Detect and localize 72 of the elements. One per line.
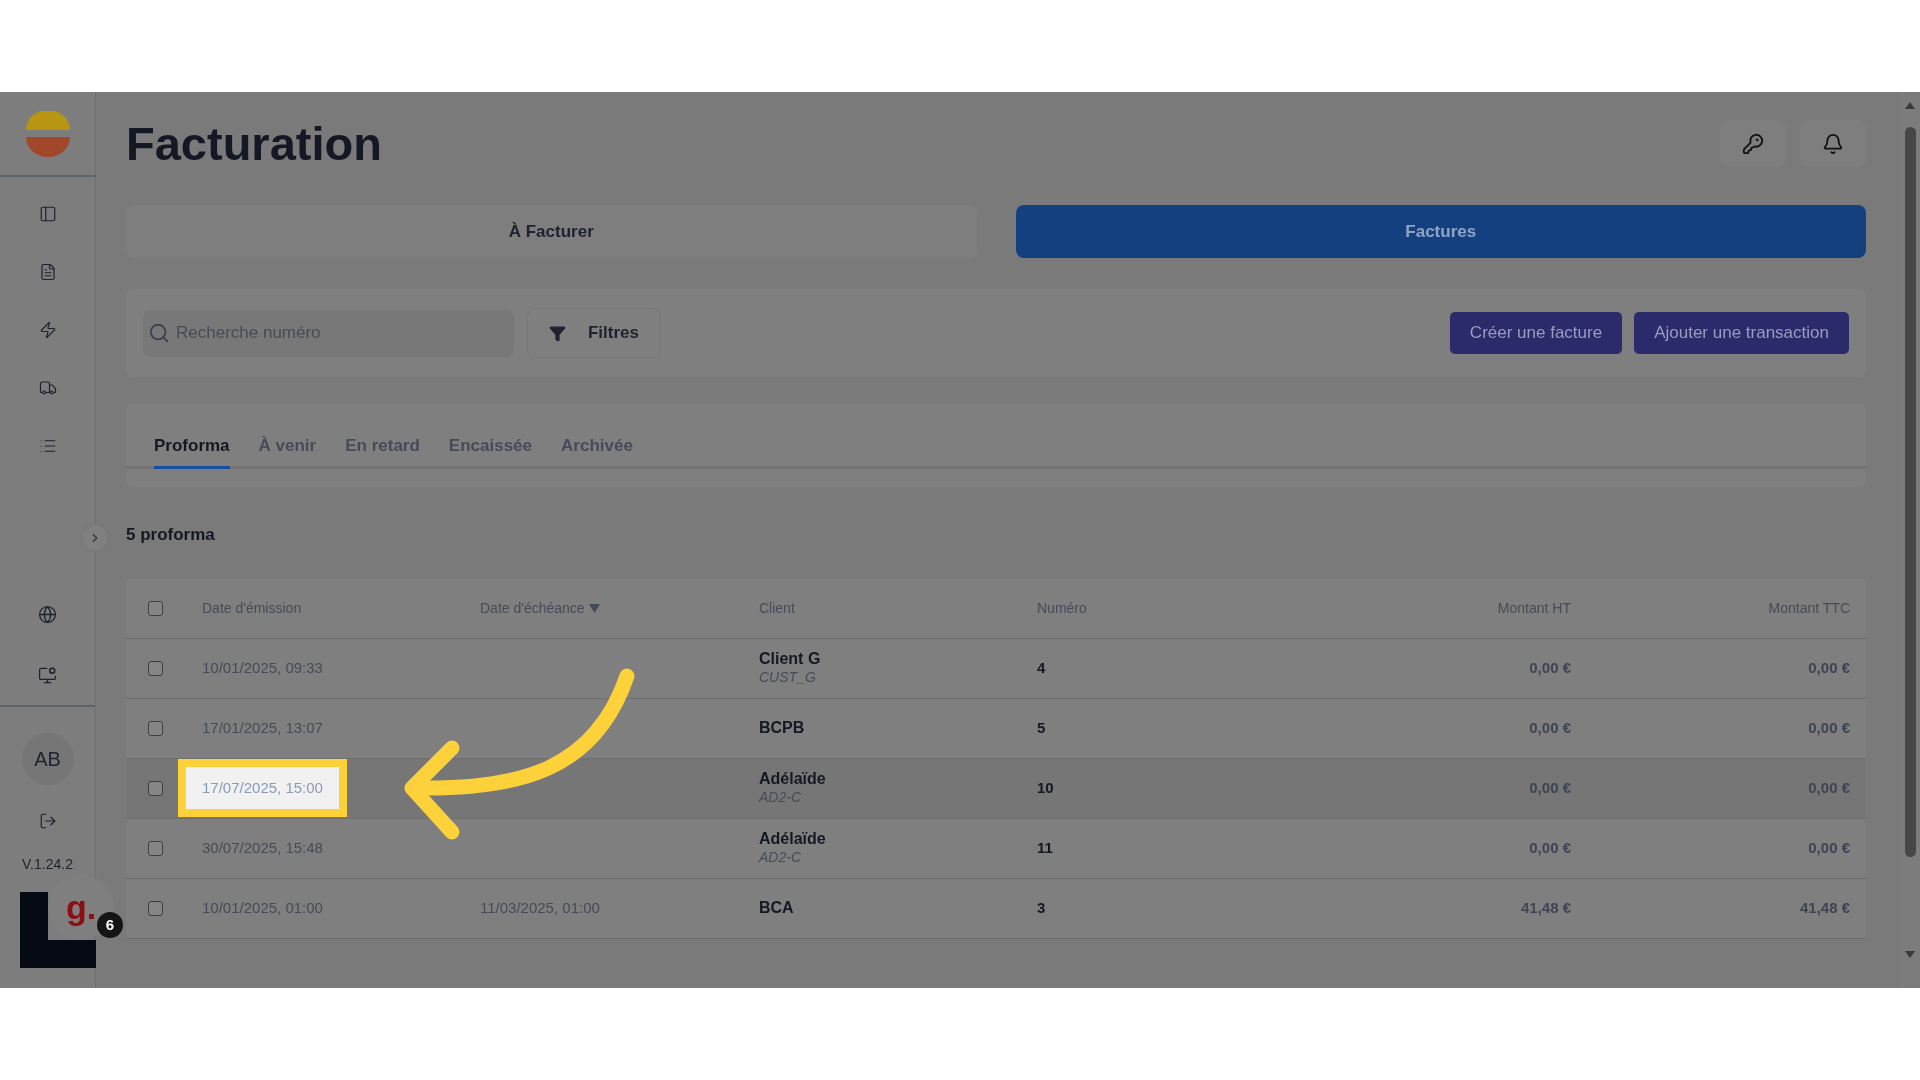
client-name: BCA [759, 899, 795, 917]
table-cell: 17/07/2025, 15:00 [178, 758, 347, 818]
status-tab[interactable]: Archivée [561, 432, 633, 469]
checkbox[interactable] [148, 720, 163, 736]
filter-button[interactable]: Filtres [527, 308, 661, 358]
column-header[interactable]: Montant HT [1497, 597, 1571, 619]
key-icon [1742, 132, 1764, 155]
table-row[interactable]: 10/01/2025, 09:33 Client G CUST_G 4 0,00 € 0,00 € [126, 638, 1866, 699]
table-cell: 0,00 € [1529, 659, 1571, 676]
notification-badge: 6 [97, 912, 123, 938]
checkbox[interactable] [148, 780, 163, 796]
column-header[interactable]: Numéro [1037, 597, 1087, 619]
scroll-up-icon[interactable] [1905, 102, 1915, 109]
scroll-down-icon[interactable] [1905, 951, 1915, 958]
avatar[interactable]: AB [21, 733, 74, 785]
table-row[interactable]: 17/01/2025, 13:07 BCPB 5 0,00 € 0,00 € [126, 698, 1866, 759]
globe-icon[interactable] [38, 605, 57, 624]
view-tab[interactable]: Factures [1015, 205, 1866, 258]
search-icon [148, 321, 170, 344]
client-name: Adélaïde [759, 770, 827, 788]
checkbox[interactable] [148, 600, 163, 616]
table-cell: 0,00 € [1529, 779, 1571, 796]
status-tab[interactable]: En retard [345, 432, 420, 469]
table-cell: 0,00 € [1529, 719, 1571, 736]
table-cell: 0,00 € [1808, 839, 1850, 856]
column-header[interactable]: Date d'échéance [480, 597, 585, 619]
action-button[interactable]: Créer une facture [1449, 312, 1623, 354]
key-button[interactable] [1720, 120, 1786, 167]
table-cell: 11/03/2025, 01:00 [480, 899, 600, 916]
checkbox[interactable] [148, 900, 163, 916]
client-name: BCPB [759, 719, 806, 737]
table-cell: 5 [1037, 719, 1046, 736]
table-cell: 3 [1037, 899, 1046, 916]
checkbox[interactable] [148, 660, 163, 676]
monitor-icon[interactable] [38, 666, 57, 685]
table-cell: 0,00 € [1529, 839, 1571, 856]
table-cell: 17/01/2025, 13:07 [202, 719, 323, 736]
table-cell: 4 [1037, 659, 1046, 676]
table-cell: 0,00 € [1808, 779, 1850, 796]
bell-icon [1822, 132, 1844, 155]
column-header[interactable]: Client [759, 597, 795, 619]
client-name: Client G [759, 650, 822, 668]
result-count: 5 proforma [126, 524, 216, 546]
status-tab[interactable]: À venir [258, 432, 317, 469]
action-button[interactable]: Ajouter une transaction [1634, 312, 1849, 354]
version-label: V.1.24.2 [22, 855, 73, 874]
status-tab[interactable]: Proforma [154, 432, 230, 469]
status-tab[interactable]: Encaissée [448, 432, 533, 469]
table-cell: 10/01/2025, 09:33 [202, 659, 323, 676]
table-cell: 10/01/2025, 01:00 [202, 899, 323, 916]
view-tab[interactable]: À Facturer [126, 205, 977, 258]
table-cell: 0,00 € [1808, 659, 1850, 676]
checkbox[interactable] [148, 840, 163, 856]
client-code: AD2-C [759, 848, 802, 866]
sort-icon[interactable] [588, 603, 600, 613]
column-header[interactable]: Date d'émission [202, 597, 302, 619]
client-code: CUST_G [759, 668, 817, 686]
logo-icon [23, 110, 72, 157]
page-title: Facturation [126, 120, 382, 167]
table-cell: 0,00 € [1808, 719, 1850, 736]
table-cell: 41,48 € [1799, 899, 1850, 916]
table-row[interactable]: 30/07/2025, 15:48 Adélaïde AD2-C 11 0,00 € 0,00 € [126, 818, 1866, 879]
table-cell: 10 [1037, 779, 1054, 796]
table-cell: 41,48 € [1520, 899, 1571, 916]
logout-icon[interactable] [38, 812, 57, 830]
client-name: Adélaïde [759, 830, 827, 848]
table-cell: 30/07/2025, 15:48 [202, 839, 323, 856]
notification-button[interactable] [1800, 120, 1866, 167]
filter-icon [549, 324, 566, 342]
column-header[interactable]: Montant TTC [1768, 597, 1850, 619]
table-cell: 11 [1037, 839, 1053, 856]
table-row[interactable]: 10/01/2025, 01:00 11/03/2025, 01:00 BCA 3 41,48 € 41,48 € [126, 878, 1866, 939]
